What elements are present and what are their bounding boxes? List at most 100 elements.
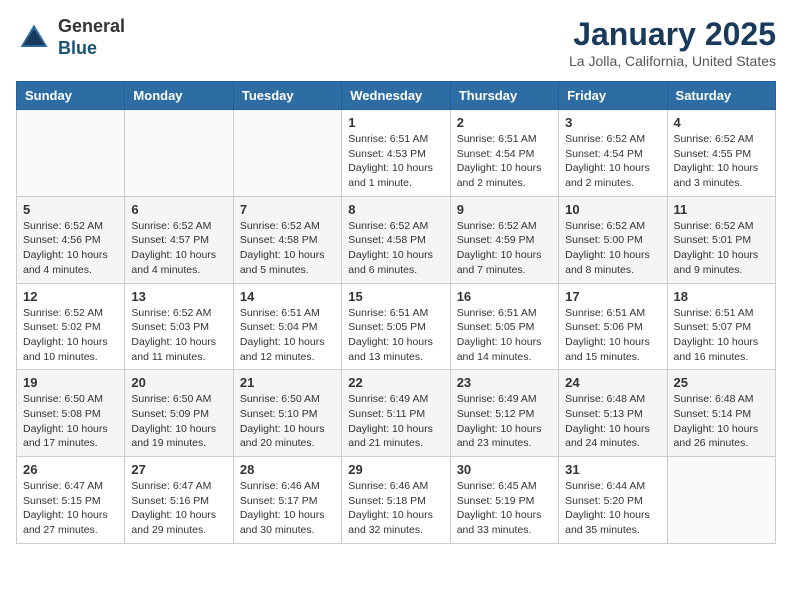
- day-number-29: 29: [348, 462, 443, 477]
- day-number-20: 20: [131, 375, 226, 390]
- day-info-21: Sunrise: 6:50 AM Sunset: 5:10 PM Dayligh…: [240, 392, 335, 451]
- empty-cell: [667, 457, 775, 544]
- day-info-16: Sunrise: 6:51 AM Sunset: 5:05 PM Dayligh…: [457, 306, 552, 365]
- day-info-8: Sunrise: 6:52 AM Sunset: 4:58 PM Dayligh…: [348, 219, 443, 278]
- day-cell-6: 6 Sunrise: 6:52 AM Sunset: 4:57 PM Daylig…: [125, 196, 233, 283]
- day-number-2: 2: [457, 115, 552, 130]
- empty-cell: [17, 110, 125, 197]
- day-info-6: Sunrise: 6:52 AM Sunset: 4:57 PM Dayligh…: [131, 219, 226, 278]
- location: La Jolla, California, United States: [569, 53, 776, 69]
- day-info-15: Sunrise: 6:51 AM Sunset: 5:05 PM Dayligh…: [348, 306, 443, 365]
- week-row-2: 5 Sunrise: 6:52 AM Sunset: 4:56 PM Daylig…: [17, 196, 776, 283]
- day-info-7: Sunrise: 6:52 AM Sunset: 4:58 PM Dayligh…: [240, 219, 335, 278]
- day-info-18: Sunrise: 6:51 AM Sunset: 5:07 PM Dayligh…: [674, 306, 769, 365]
- day-number-16: 16: [457, 289, 552, 304]
- day-number-24: 24: [565, 375, 660, 390]
- day-cell-8: 8Sunrise: 6:52 AM Sunset: 4:58 PM Daylig…: [342, 196, 450, 283]
- day-number-31: 31: [565, 462, 660, 477]
- day-number-13: 13: [131, 289, 226, 304]
- day-cell-29: 29Sunrise: 6:46 AM Sunset: 5:18 PM Dayli…: [342, 457, 450, 544]
- day-cell-22: 22 Sunrise: 6:49 AM Sunset: 5:11 PM Dayli…: [342, 370, 450, 457]
- day-number-26: 26: [23, 462, 118, 477]
- logo-text: General Blue: [58, 16, 125, 59]
- weekday-header-wednesday: Wednesday: [342, 82, 450, 110]
- day-cell-4: 4 Sunrise: 6:52 AM Sunset: 4:55 PM Daylig…: [667, 110, 775, 197]
- day-cell-17: 17Sunrise: 6:51 AM Sunset: 5:06 PM Dayli…: [559, 283, 667, 370]
- day-number-6: 6: [131, 202, 226, 217]
- day-info-10: Sunrise: 6:52 AM Sunset: 5:00 PM Dayligh…: [565, 219, 660, 278]
- day-cell-23: 23Sunrise: 6:49 AM Sunset: 5:12 PM Dayli…: [450, 370, 558, 457]
- day-info-3: Sunrise: 6:52 AM Sunset: 4:54 PM Dayligh…: [565, 132, 660, 191]
- day-number-10: 10: [565, 202, 660, 217]
- day-info-12: Sunrise: 6:52 AM Sunset: 5:02 PM Dayligh…: [23, 306, 118, 365]
- day-cell-16: 16 Sunrise: 6:51 AM Sunset: 5:05 PM Dayli…: [450, 283, 558, 370]
- calendar-table: SundayMondayTuesdayWednesdayThursdayFrid…: [16, 81, 776, 544]
- day-number-22: 22: [348, 375, 443, 390]
- day-number-3: 3: [565, 115, 660, 130]
- day-info-2: Sunrise: 6:51 AM Sunset: 4:54 PM Dayligh…: [457, 132, 552, 191]
- day-cell-12: 12Sunrise: 6:52 AM Sunset: 5:02 PM Dayli…: [17, 283, 125, 370]
- day-info-14: Sunrise: 6:51 AM Sunset: 5:04 PM Dayligh…: [240, 306, 335, 365]
- day-cell-5: 5 Sunrise: 6:52 AM Sunset: 4:56 PM Daylig…: [17, 196, 125, 283]
- page-header: General Blue January 2025 La Jolla, Cali…: [16, 16, 776, 69]
- day-number-19: 19: [23, 375, 118, 390]
- day-number-7: 7: [240, 202, 335, 217]
- day-number-15: 15: [348, 289, 443, 304]
- day-cell-28: 28 Sunrise: 6:46 AM Sunset: 5:17 PM Dayli…: [233, 457, 341, 544]
- day-info-20: Sunrise: 6:50 AM Sunset: 5:09 PM Dayligh…: [131, 392, 226, 451]
- day-info-5: Sunrise: 6:52 AM Sunset: 4:56 PM Dayligh…: [23, 219, 118, 278]
- week-row-5: 26Sunrise: 6:47 AM Sunset: 5:15 PM Dayli…: [17, 457, 776, 544]
- day-cell-18: 18 Sunrise: 6:51 AM Sunset: 5:07 PM Dayli…: [667, 283, 775, 370]
- weekday-header-tuesday: Tuesday: [233, 82, 341, 110]
- week-row-3: 12Sunrise: 6:52 AM Sunset: 5:02 PM Dayli…: [17, 283, 776, 370]
- day-cell-26: 26Sunrise: 6:47 AM Sunset: 5:15 PM Dayli…: [17, 457, 125, 544]
- day-number-9: 9: [457, 202, 552, 217]
- weekday-header-sunday: Sunday: [17, 82, 125, 110]
- week-row-1: 1Sunrise: 6:51 AM Sunset: 4:53 PM Daylig…: [17, 110, 776, 197]
- day-number-11: 11: [674, 202, 769, 217]
- day-number-30: 30: [457, 462, 552, 477]
- day-info-24: Sunrise: 6:48 AM Sunset: 5:13 PM Dayligh…: [565, 392, 660, 451]
- day-info-4: Sunrise: 6:52 AM Sunset: 4:55 PM Dayligh…: [674, 132, 769, 191]
- day-info-31: Sunrise: 6:44 AM Sunset: 5:20 PM Dayligh…: [565, 479, 660, 538]
- weekday-header-monday: Monday: [125, 82, 233, 110]
- day-number-18: 18: [674, 289, 769, 304]
- day-info-19: Sunrise: 6:50 AM Sunset: 5:08 PM Dayligh…: [23, 392, 118, 451]
- day-info-22: Sunrise: 6:49 AM Sunset: 5:11 PM Dayligh…: [348, 392, 443, 451]
- day-number-14: 14: [240, 289, 335, 304]
- day-cell-20: 20 Sunrise: 6:50 AM Sunset: 5:09 PM Dayli…: [125, 370, 233, 457]
- day-number-28: 28: [240, 462, 335, 477]
- day-cell-25: 25 Sunrise: 6:48 AM Sunset: 5:14 PM Dayli…: [667, 370, 775, 457]
- day-cell-14: 14 Sunrise: 6:51 AM Sunset: 5:04 PM Dayli…: [233, 283, 341, 370]
- day-number-17: 17: [565, 289, 660, 304]
- day-info-27: Sunrise: 6:47 AM Sunset: 5:16 PM Dayligh…: [131, 479, 226, 538]
- day-number-25: 25: [674, 375, 769, 390]
- weekday-header-saturday: Saturday: [667, 82, 775, 110]
- day-info-30: Sunrise: 6:45 AM Sunset: 5:19 PM Dayligh…: [457, 479, 552, 538]
- day-cell-27: 27 Sunrise: 6:47 AM Sunset: 5:16 PM Dayli…: [125, 457, 233, 544]
- day-cell-15: 15 Sunrise: 6:51 AM Sunset: 5:05 PM Dayli…: [342, 283, 450, 370]
- day-number-5: 5: [23, 202, 118, 217]
- day-cell-7: 7 Sunrise: 6:52 AM Sunset: 4:58 PM Daylig…: [233, 196, 341, 283]
- day-cell-19: 19 Sunrise: 6:50 AM Sunset: 5:08 PM Dayli…: [17, 370, 125, 457]
- day-cell-11: 11Sunrise: 6:52 AM Sunset: 5:01 PM Dayli…: [667, 196, 775, 283]
- day-cell-31: 31 Sunrise: 6:44 AM Sunset: 5:20 PM Dayli…: [559, 457, 667, 544]
- day-cell-10: 10 Sunrise: 6:52 AM Sunset: 5:00 PM Dayli…: [559, 196, 667, 283]
- weekday-header-thursday: Thursday: [450, 82, 558, 110]
- empty-cell: [125, 110, 233, 197]
- day-info-25: Sunrise: 6:48 AM Sunset: 5:14 PM Dayligh…: [674, 392, 769, 451]
- day-number-27: 27: [131, 462, 226, 477]
- day-cell-21: 21 Sunrise: 6:50 AM Sunset: 5:10 PM Dayli…: [233, 370, 341, 457]
- day-number-4: 4: [674, 115, 769, 130]
- logo: General Blue: [16, 16, 125, 59]
- empty-cell: [233, 110, 341, 197]
- day-cell-1: 1Sunrise: 6:51 AM Sunset: 4:53 PM Daylig…: [342, 110, 450, 197]
- month-title: January 2025: [569, 16, 776, 53]
- day-cell-9: 9Sunrise: 6:52 AM Sunset: 4:59 PM Daylig…: [450, 196, 558, 283]
- day-number-21: 21: [240, 375, 335, 390]
- day-info-28: Sunrise: 6:46 AM Sunset: 5:17 PM Dayligh…: [240, 479, 335, 538]
- weekday-header-friday: Friday: [559, 82, 667, 110]
- logo-icon: [16, 20, 52, 56]
- weekday-header-row: SundayMondayTuesdayWednesdayThursdayFrid…: [17, 82, 776, 110]
- day-number-23: 23: [457, 375, 552, 390]
